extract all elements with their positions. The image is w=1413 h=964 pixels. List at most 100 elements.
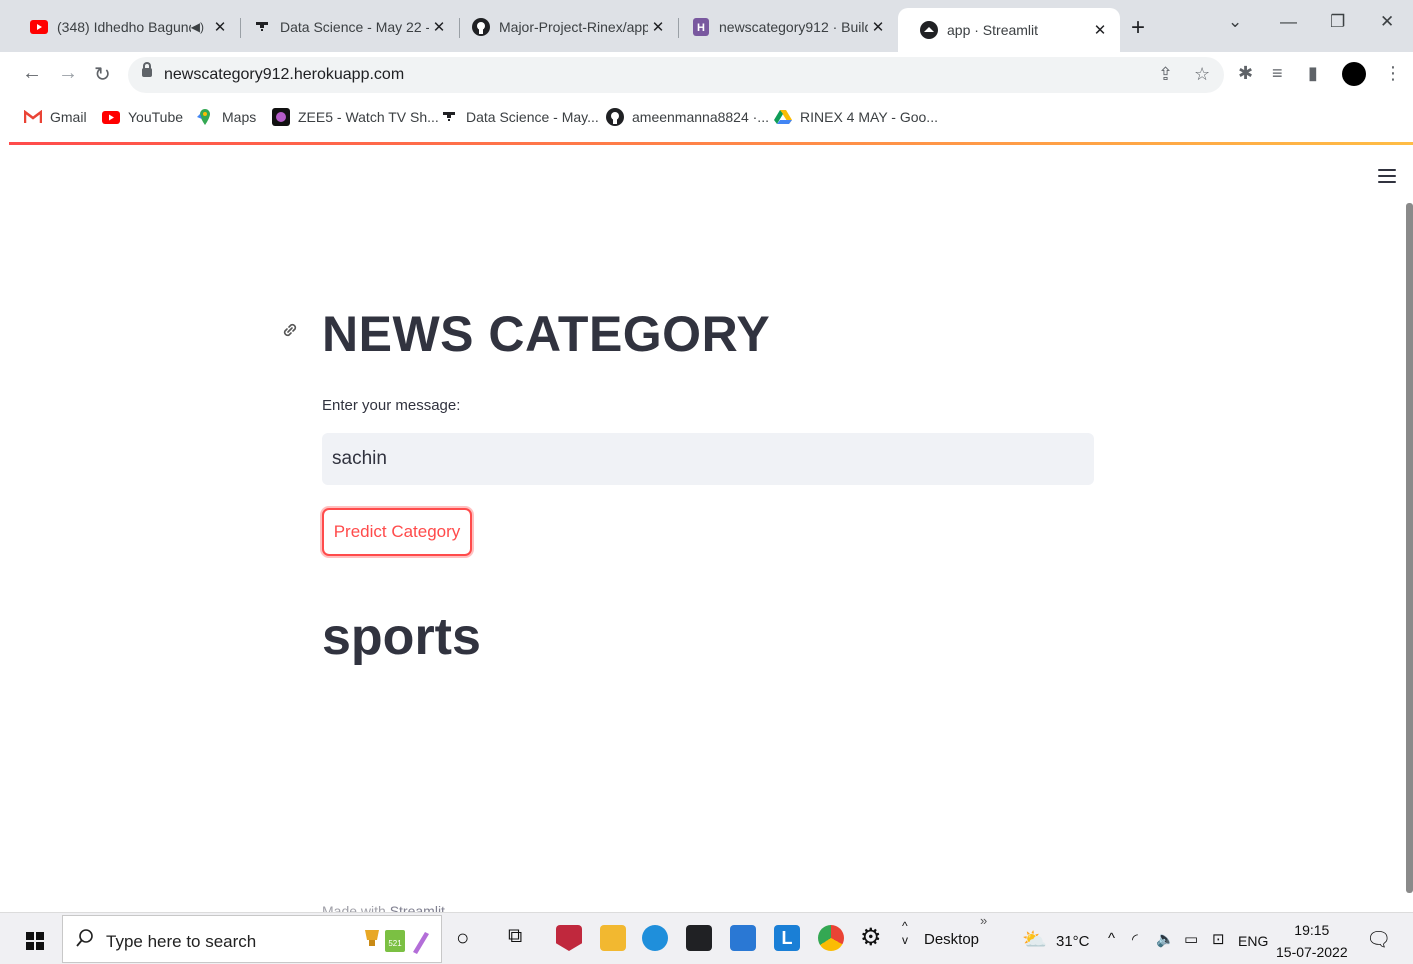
battery-icon[interactable]: ▭	[1184, 930, 1198, 948]
bookmark-star-icon[interactable]: ☆	[1194, 64, 1210, 85]
bookmark-zee5[interactable]: ZEE5 - Watch TV Sh...	[272, 108, 439, 126]
search-icon	[75, 928, 95, 954]
clock-time: 19:15	[1294, 922, 1330, 938]
tab-title: Data Science - May 22 - RINEX	[280, 19, 429, 35]
bookmark-youtube[interactable]: YouTube	[102, 108, 183, 126]
bookmark-rinex[interactable]: RINEX 4 MAY - Goo...	[774, 108, 938, 126]
restore-button[interactable]: ❐	[1330, 12, 1345, 32]
tab-github[interactable]: Major-Project-Rinex/app.py ✕	[450, 10, 678, 44]
page-title: NEWS CATEGORY	[322, 306, 771, 362]
tab-search-icon[interactable]: ⌄	[1228, 12, 1242, 32]
close-tab-icon[interactable]: ✕	[1090, 21, 1110, 39]
chrome-icon[interactable]	[818, 925, 844, 951]
reading-list-icon[interactable]: ≡	[1272, 63, 1283, 84]
tab-title: newscategory912 · Build | Heroku	[719, 19, 868, 35]
tab-streamlit[interactable]: app · Streamlit ✕	[898, 8, 1120, 52]
anchor-link-icon[interactable]	[280, 320, 300, 346]
youtube-icon	[30, 18, 48, 36]
notifications-icon[interactable]: 🗨	[1366, 927, 1391, 952]
close-tab-icon[interactable]: ✕	[868, 18, 888, 36]
browser-toolbar: ← → ↻ newscategory912.herokuapp.com ⇪ ☆ …	[0, 52, 1413, 98]
extensions-icon[interactable]: ✱	[1238, 63, 1253, 84]
toolbar-overflow-icon[interactable]: »	[980, 913, 987, 928]
footer-prefix: Made with	[322, 903, 390, 912]
cortana-icon[interactable]: ○	[456, 925, 469, 951]
hamburger-menu-icon[interactable]	[1378, 169, 1396, 187]
close-window-button[interactable]: ✕	[1380, 12, 1394, 32]
speaker-icon[interactable]: ◀)	[191, 20, 204, 34]
menu-kebab-icon[interactable]: ⋮	[1384, 63, 1402, 84]
streamlit-icon	[920, 21, 938, 39]
scrollbar[interactable]	[1406, 203, 1413, 893]
forward-button[interactable]: →	[58, 62, 78, 85]
calendar-badge-text: 521	[388, 939, 402, 948]
bookmark-label: Data Science - May...	[466, 109, 599, 125]
app-l-icon[interactable]: L	[774, 925, 800, 951]
new-tab-button[interactable]: +	[1131, 14, 1145, 42]
bookmark-maps[interactable]: Maps	[196, 108, 256, 126]
file-explorer-icon[interactable]	[600, 925, 626, 951]
tab-data-science[interactable]: Data Science - May 22 - RINEX ✕	[231, 10, 459, 44]
url-text[interactable]: newscategory912.herokuapp.com	[164, 66, 404, 84]
bookmark-github[interactable]: ameenmanna8824 ·...	[606, 108, 769, 126]
lock-icon[interactable]	[142, 62, 152, 77]
task-view-icon[interactable]: ⧉	[508, 925, 522, 948]
search-placeholder: Type here to search	[106, 932, 257, 951]
mcafee-icon[interactable]	[556, 925, 582, 951]
bookmark-label: ZEE5 - Watch TV Sh...	[298, 109, 439, 125]
minimize-button[interactable]: —	[1280, 12, 1297, 32]
settings-gear-icon[interactable]: ⚙	[860, 923, 882, 952]
taskbar-search-box[interactable]: Type here to search 521	[62, 915, 442, 963]
tab-title: (348) Idhedho Bagunde	[57, 19, 191, 35]
wifi-icon[interactable]: ◜	[1132, 930, 1138, 948]
ime-icon[interactable]: ⊡	[1212, 930, 1225, 948]
close-tab-icon[interactable]: ✕	[429, 18, 449, 36]
search-highlights-icon[interactable]: 521	[361, 924, 435, 958]
bookmark-label: ameenmanna8824 ·...	[632, 109, 769, 125]
bookmark-label: Maps	[222, 109, 257, 125]
tab-title: Major-Project-Rinex/app.py	[499, 19, 648, 35]
windows-taskbar: Type here to search 521 ○ ⧉ L ⚙ ^ v Deskt…	[0, 912, 1413, 964]
weather-icon[interactable]: ⛅	[1022, 927, 1047, 952]
bookmark-label: Gmail	[50, 109, 87, 125]
footer-brand-link[interactable]: Streamlit	[390, 903, 445, 912]
tab-heroku[interactable]: H newscategory912 · Build | Heroku ✕	[670, 10, 898, 44]
edge-icon[interactable]	[642, 925, 668, 951]
back-button[interactable]: ←	[22, 62, 42, 85]
taskbar-clock[interactable]: 19:15 15-07-2022	[1276, 919, 1348, 963]
predict-category-button[interactable]: Predict Category	[322, 508, 472, 556]
close-tab-icon[interactable]: ✕	[648, 18, 668, 36]
side-panel-icon[interactable]: ▮	[1308, 63, 1318, 84]
tab-title: app · Streamlit	[947, 22, 1039, 38]
bookmark-gmail[interactable]: Gmail	[24, 108, 87, 126]
desktop-toolbar-label[interactable]: Desktop	[924, 931, 979, 948]
prediction-result: sports	[322, 608, 481, 666]
message-input-label: Enter your message:	[322, 397, 461, 414]
browser-tab-strip: (348) Idhedho Bagunde ◀) ✕ Data Science …	[0, 0, 1413, 52]
close-tab-icon[interactable]: ✕	[210, 18, 230, 36]
chevron-expand-icon[interactable]: ^ v	[902, 919, 908, 947]
tab-youtube[interactable]: (348) Idhedho Bagunde ◀) ✕	[8, 10, 240, 44]
microsoft-store-icon[interactable]	[686, 925, 712, 951]
heroku-icon: H	[692, 18, 710, 36]
bookmark-label: YouTube	[128, 109, 184, 125]
rinex-icon	[253, 18, 271, 36]
language-indicator[interactable]: ENG	[1238, 933, 1268, 949]
show-hidden-icons-icon[interactable]: ^	[1108, 930, 1115, 947]
address-bar[interactable]: newscategory912.herokuapp.com ⇪ ☆	[128, 57, 1224, 93]
made-with-streamlit-footer: Made with Streamlit	[322, 903, 445, 912]
rinex-icon	[440, 108, 458, 126]
mail-icon[interactable]	[730, 925, 756, 951]
maps-icon	[196, 108, 214, 126]
message-input[interactable]	[322, 433, 1094, 485]
windows-start-icon[interactable]	[26, 932, 44, 950]
profile-avatar[interactable]	[1342, 62, 1366, 86]
volume-icon[interactable]: 🔈	[1156, 930, 1175, 948]
bookmark-data-science[interactable]: Data Science - May...	[440, 108, 599, 126]
github-icon	[606, 108, 624, 126]
share-icon[interactable]: ⇪	[1158, 64, 1173, 85]
zee5-icon	[272, 108, 290, 126]
gmail-icon	[24, 108, 42, 126]
reload-button[interactable]: ↻	[94, 62, 111, 87]
temperature-text[interactable]: 31°C	[1056, 933, 1090, 950]
